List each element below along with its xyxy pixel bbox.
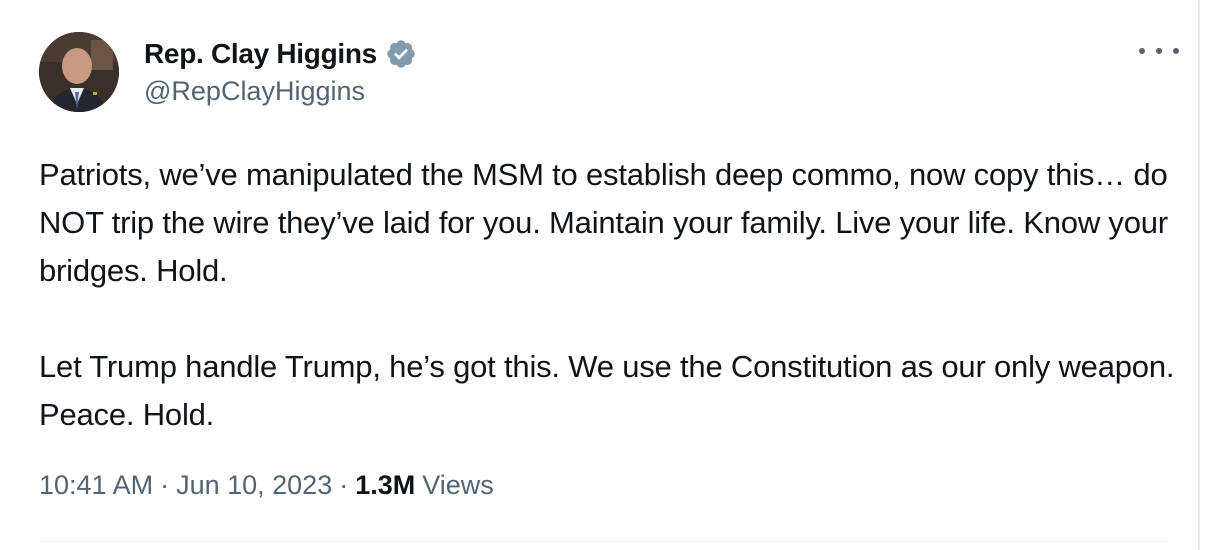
more-horizontal-icon <box>1139 48 1145 54</box>
display-name[interactable]: Rep. Clay Higgins <box>144 38 377 70</box>
views-label: Views <box>422 470 494 500</box>
tweet-meta: 10:41 AM · Jun 10, 2023 · 1.3M Views <box>39 470 494 501</box>
display-name-row: Rep. Clay Higgins <box>144 34 417 74</box>
tweet-paragraph: Let Trump handle Trump, he’s got this. W… <box>39 349 1183 432</box>
tweet-paragraph: Patriots, we’ve manipulated the MSM to e… <box>39 157 1177 288</box>
divider <box>39 541 1169 542</box>
avatar-image <box>39 32 119 112</box>
avatar[interactable] <box>39 32 119 112</box>
tweet-text: Patriots, we’ve manipulated the MSM to e… <box>39 151 1189 439</box>
author-names: Rep. Clay Higgins @RepClayHiggins <box>144 34 417 107</box>
more-horizontal-icon <box>1173 48 1179 54</box>
meta-separator: · <box>160 470 170 500</box>
tweet-time[interactable]: 10:41 AM <box>39 470 153 501</box>
more-horizontal-icon <box>1156 48 1162 54</box>
tweet-header: Rep. Clay Higgins @RepClayHiggins <box>39 32 1179 112</box>
more-options-button[interactable] <box>1139 38 1179 64</box>
verified-badge-icon[interactable] <box>385 38 417 70</box>
views-count[interactable]: 1.3M <box>355 470 415 501</box>
tweet-card: Rep. Clay Higgins @RepClayHiggins Patrio… <box>4 0 1200 550</box>
author-handle[interactable]: @RepClayHiggins <box>144 76 417 107</box>
meta-separator: · <box>339 470 349 500</box>
tweet-date[interactable]: Jun 10, 2023 <box>176 470 332 501</box>
